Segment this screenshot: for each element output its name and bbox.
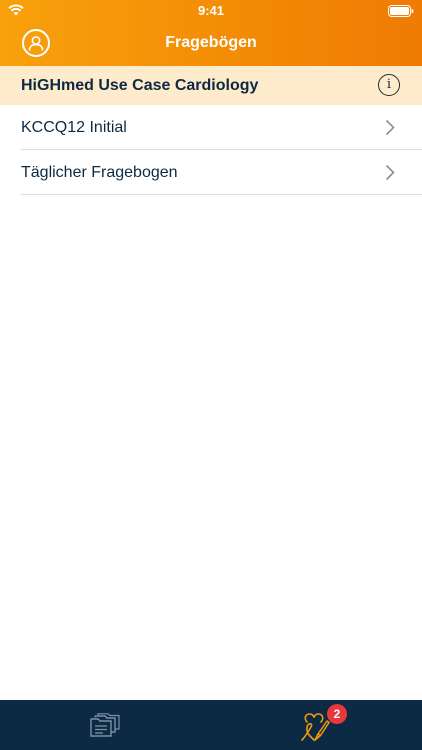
nav-bar: 9:41 Fragebögen: [0, 0, 422, 66]
battery-icon: [388, 5, 414, 17]
tab-bar: 2: [0, 700, 422, 750]
questionnaire-list: KCCQ12 Initial Täglicher Fragebogen: [0, 105, 422, 195]
tab-documents[interactable]: [0, 700, 211, 750]
list-item-taeglicher-fragebogen[interactable]: Täglicher Fragebogen: [0, 150, 422, 195]
section-title: HiGHmed Use Case Cardiology: [21, 77, 259, 94]
list-item-kccq12-initial[interactable]: KCCQ12 Initial: [0, 105, 422, 150]
section-header: HiGHmed Use Case Cardiology i: [0, 66, 422, 105]
status-bar: 9:41: [0, 0, 422, 22]
info-icon: i: [386, 77, 392, 92]
tab-questionnaires[interactable]: 2: [211, 700, 422, 750]
folder-documents-icon: [90, 713, 120, 737]
status-time: 9:41: [197, 3, 225, 18]
info-button[interactable]: i: [378, 74, 400, 96]
list-item-label: KCCQ12 Initial: [21, 119, 127, 136]
chevron-right-icon: [385, 164, 395, 181]
list-item-label: Täglicher Fragebogen: [21, 164, 178, 181]
divider: [21, 194, 422, 195]
page-title: Fragebögen: [165, 34, 257, 51]
chevron-right-icon: [385, 119, 395, 136]
questionnaire-heart-icon: [301, 713, 330, 741]
notification-badge: 2: [327, 704, 347, 724]
